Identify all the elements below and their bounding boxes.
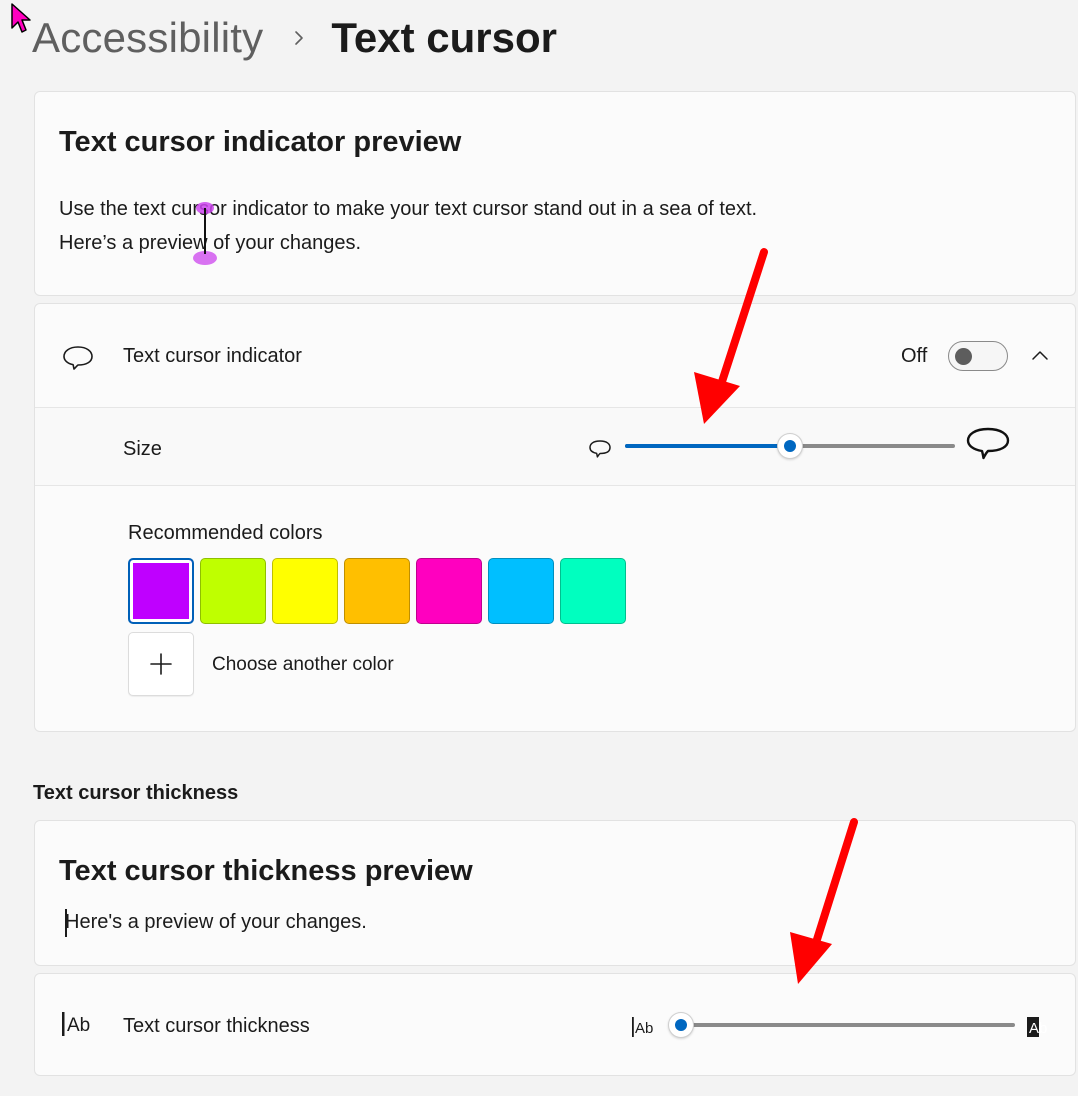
thick-cursor-ab-icon: Ab bbox=[1027, 1017, 1047, 1037]
thin-cursor-ab-icon: Ab bbox=[632, 1017, 653, 1037]
text-cursor-indicator-label: Text cursor indicator bbox=[123, 345, 302, 367]
plus-icon bbox=[150, 653, 172, 675]
divider bbox=[35, 485, 1075, 486]
red-annotation-arrow bbox=[694, 248, 768, 424]
small-size-icon bbox=[589, 440, 611, 458]
chevron-up-icon[interactable] bbox=[1028, 344, 1052, 368]
red-annotation-arrow bbox=[790, 818, 858, 984]
color-swatch[interactable] bbox=[272, 558, 338, 624]
text-cursor-indicator-expander: Text cursor indicator Off Size Recommend… bbox=[34, 303, 1076, 732]
color-swatch[interactable] bbox=[560, 558, 626, 624]
thick-cursor-ab-icon-text: Ab bbox=[1029, 1020, 1047, 1037]
chevron-right-icon bbox=[295, 31, 304, 45]
breadcrumb-accessibility-link[interactable]: Accessibility bbox=[32, 14, 263, 62]
choose-another-color-label: Choose another color bbox=[212, 654, 394, 675]
indicator-preview-description: Use the text cursor indicator to make yo… bbox=[59, 198, 758, 254]
size-slider-fill bbox=[625, 444, 790, 448]
thickness-preview-card: Text cursor thickness preview Here's a p… bbox=[34, 820, 1076, 966]
color-swatch[interactable] bbox=[488, 558, 554, 624]
indicator-preview-card: Text cursor indicator preview Use the te… bbox=[34, 91, 1076, 296]
text-cursor-indicator-preview-icon bbox=[193, 202, 217, 265]
size-label: Size bbox=[123, 438, 162, 460]
section-header-thickness: Text cursor thickness bbox=[33, 782, 239, 804]
speech-bubble-icon bbox=[63, 346, 93, 370]
thin-cursor-ab-icon-text: Ab bbox=[635, 1020, 653, 1037]
large-size-icon bbox=[966, 427, 1010, 460]
color-swatch[interactable] bbox=[416, 558, 482, 624]
toggle-state-text: Off bbox=[901, 345, 928, 367]
text-cursor-indicator-toggle[interactable] bbox=[948, 341, 1008, 371]
recommended-colors-label: Recommended colors bbox=[128, 522, 323, 544]
color-swatch[interactable] bbox=[200, 558, 266, 624]
text-cursor-thickness-setting: Ab Text cursor thickness Ab Ab bbox=[34, 973, 1076, 1076]
color-swatch[interactable] bbox=[128, 558, 194, 624]
thickness-preview-title: Text cursor thickness preview bbox=[59, 855, 473, 887]
cursor-ab-icon: Ab bbox=[62, 1012, 90, 1036]
thickness-slider-track[interactable] bbox=[681, 1023, 1015, 1027]
thickness-preview-text: Here's a preview of your changes. bbox=[65, 911, 367, 933]
color-swatches bbox=[128, 558, 632, 624]
color-swatch[interactable] bbox=[344, 558, 410, 624]
size-slider-thumb[interactable] bbox=[777, 433, 803, 459]
text-cursor-thickness-label: Text cursor thickness bbox=[123, 1015, 310, 1037]
toggle-knob bbox=[955, 348, 972, 365]
indicator-preview-title: Text cursor indicator preview bbox=[59, 126, 462, 158]
breadcrumb: Accessibility Text cursor bbox=[32, 8, 557, 68]
thickness-slider-thumb[interactable] bbox=[668, 1012, 694, 1038]
choose-another-color-button[interactable] bbox=[128, 632, 194, 696]
page-title: Text cursor bbox=[331, 14, 557, 61]
cursor-ab-icon-text: Ab bbox=[67, 1015, 90, 1036]
